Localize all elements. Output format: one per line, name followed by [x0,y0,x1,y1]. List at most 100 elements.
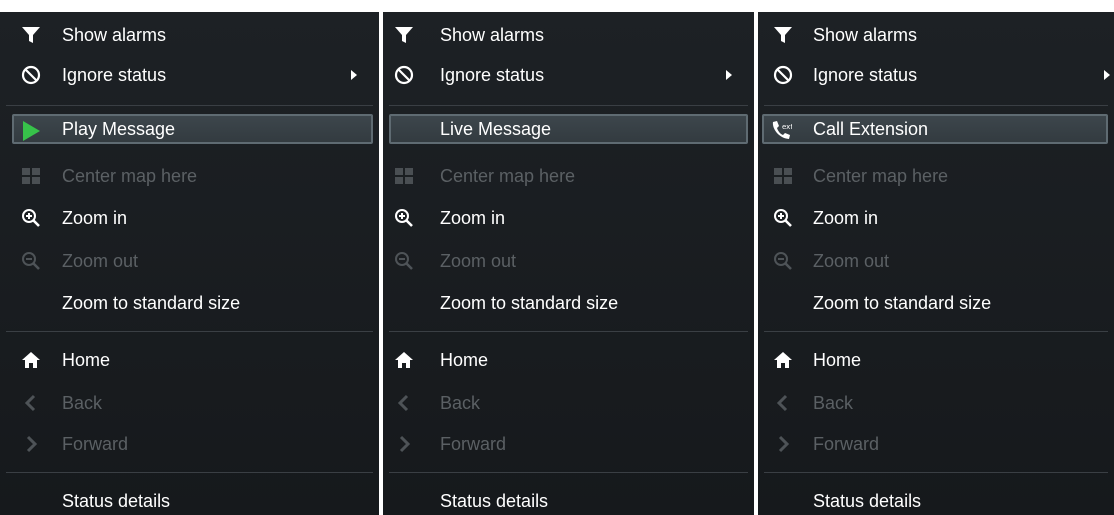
chevron-right-icon [18,433,44,455]
menu-separator [6,472,373,473]
menu-item-ignore-status[interactable]: Ignore status [383,60,754,90]
menu-item-ignore-status[interactable]: Ignore status [758,60,1114,90]
menu-item-label: Status details [62,491,171,511]
prohibited-icon [18,64,44,86]
submenu-arrow-icon [726,70,732,80]
menu-separator [764,105,1108,106]
menu-item-show-alarms[interactable]: Show alarms [0,20,379,50]
menu-item-label: Zoom to standard size [813,293,992,313]
menu-item-zoom-in[interactable]: Zoom in [0,203,379,233]
phone-call-icon: ext [768,120,794,142]
menu-item-zoom-out[interactable]: Zoom out [383,246,754,276]
zoom-out-icon [770,250,796,272]
menu-item-live-message[interactable]: Live Message [389,114,748,144]
menu-item-label: Center map here [813,166,949,186]
menu-item-label: Ignore status [813,65,918,85]
menu-item-status-details[interactable]: Status details [383,486,754,515]
menu-separator [389,331,748,332]
filter-icon [391,24,417,46]
menu-item-forward[interactable]: Forward [0,429,379,459]
menu-item-label: Live Message [440,119,552,139]
menu-item-label: Zoom in [813,208,879,228]
menu-item-zoom-out[interactable]: Zoom out [758,246,1114,276]
submenu-arrow-icon [1104,70,1110,80]
map-icon [391,165,417,187]
menu-item-zoom-in[interactable]: Zoom in [758,203,1114,233]
menu-item-zoom-standard[interactable]: Zoom to standard size [0,288,379,318]
menu-item-label: Forward [440,434,507,454]
menu-item-label: Forward [62,434,129,454]
menu-item-label: Zoom in [440,208,506,228]
menu-item-label: Show alarms [62,25,167,45]
menu-item-zoom-standard[interactable]: Zoom to standard size [758,288,1114,318]
menu-separator [764,331,1108,332]
home-icon [18,349,44,371]
chevron-left-icon [770,392,796,414]
menu-item-show-alarms[interactable]: Show alarms [383,20,754,50]
menu-item-back[interactable]: Back [383,388,754,418]
menu-item-label: Home [440,350,489,370]
menu-item-center-map[interactable]: Center map here [758,161,1114,191]
menu-item-zoom-in[interactable]: Zoom in [383,203,754,233]
filter-icon [18,24,44,46]
chevron-right-icon [770,433,796,455]
zoom-out-icon [391,250,417,272]
menu-item-call-extension[interactable]: ext Call Extension [762,114,1108,144]
menu-item-label: Zoom out [813,251,890,271]
menu-item-status-details[interactable]: Status details [758,486,1114,515]
menu-item-label: Center map here [62,166,198,186]
menu-item-status-details[interactable]: Status details [0,486,379,515]
context-menu-live-message: Show alarms Ignore status Live Message C… [383,12,754,515]
menu-item-label: Ignore status [62,65,167,85]
menu-item-label: Play Message [62,119,176,139]
menu-item-label: Back [440,393,481,413]
menu-item-label: Back [813,393,854,413]
menu-item-center-map[interactable]: Center map here [0,161,379,191]
menu-item-zoom-standard[interactable]: Zoom to standard size [383,288,754,318]
context-menu-play-message: Show alarms Ignore status Play Message C… [0,12,379,515]
menu-item-label: Zoom in [62,208,128,228]
submenu-arrow-icon [351,70,357,80]
chevron-left-icon [18,392,44,414]
menu-item-play-message[interactable]: Play Message [12,114,373,144]
menu-separator [764,472,1108,473]
menu-item-center-map[interactable]: Center map here [383,161,754,191]
map-icon [770,165,796,187]
menu-item-label: Zoom to standard size [62,293,241,313]
menu-item-label: Ignore status [440,65,545,85]
zoom-in-icon [18,207,44,229]
filter-icon [770,24,796,46]
zoom-in-icon [391,207,417,229]
menu-item-home[interactable]: Home [0,345,379,375]
menu-item-label: Status details [440,491,549,511]
menu-separator [389,105,748,106]
menu-item-label: Back [62,393,103,413]
play-icon [18,120,44,142]
prohibited-icon [770,64,796,86]
menu-item-home[interactable]: Home [383,345,754,375]
menu-item-back[interactable]: Back [758,388,1114,418]
svg-text:ext: ext [782,123,792,131]
menu-item-forward[interactable]: Forward [758,429,1114,459]
menu-item-label: Zoom out [62,251,139,271]
menu-item-home[interactable]: Home [758,345,1114,375]
home-icon [770,349,796,371]
menu-item-forward[interactable]: Forward [383,429,754,459]
menu-item-back[interactable]: Back [0,388,379,418]
menu-item-label: Zoom out [440,251,517,271]
home-icon [391,349,417,371]
menu-item-show-alarms[interactable]: Show alarms [758,20,1114,50]
menu-item-label: Show alarms [440,25,545,45]
menu-item-label: Center map here [440,166,576,186]
menu-item-label: Home [813,350,862,370]
menu-item-label: Call Extension [813,119,929,139]
menu-item-ignore-status[interactable]: Ignore status [0,60,379,90]
zoom-in-icon [770,207,796,229]
menu-item-label: Home [62,350,111,370]
map-icon [18,165,44,187]
menu-item-label: Status details [813,491,922,511]
menu-separator [6,105,373,106]
menu-item-zoom-out[interactable]: Zoom out [0,246,379,276]
context-menu-call-extension: Show alarms Ignore status ext Call Exten… [758,12,1114,515]
menu-item-label: Show alarms [813,25,918,45]
